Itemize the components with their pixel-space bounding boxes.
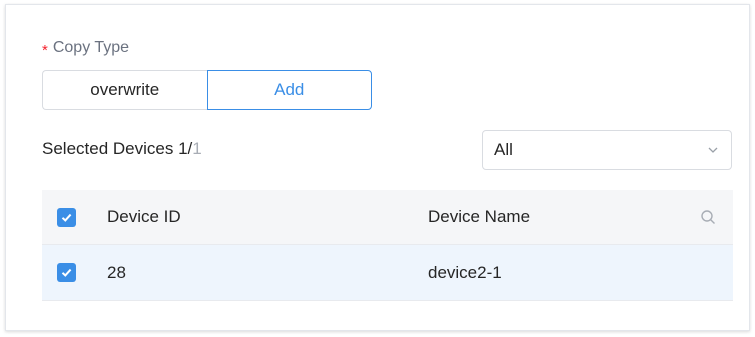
overwrite-option-button[interactable]: overwrite bbox=[42, 70, 207, 110]
select-all-checkbox[interactable] bbox=[57, 207, 76, 227]
column-header-device-id: Device ID bbox=[107, 207, 181, 226]
row-checkbox[interactable] bbox=[57, 263, 76, 282]
device-filter-select[interactable]: All bbox=[482, 130, 732, 170]
selected-devices-total: 1 bbox=[192, 139, 202, 158]
checkmark-icon bbox=[61, 268, 72, 277]
selected-devices-label: Selected Devices 1/ bbox=[42, 139, 193, 158]
copy-type-segmented-control: overwrite Add bbox=[42, 70, 372, 110]
required-asterisk: * bbox=[42, 41, 48, 59]
selected-devices-count: Selected Devices 1/1 bbox=[42, 139, 202, 159]
device-filter-value: All bbox=[494, 140, 513, 159]
device-id-cell: 28 bbox=[107, 262, 126, 282]
checkmark-icon bbox=[61, 213, 72, 222]
copy-type-label: * Copy Type bbox=[42, 39, 130, 59]
device-name-cell: device2-1 bbox=[428, 262, 502, 282]
table-row[interactable]: 28 device2-1 bbox=[42, 245, 733, 301]
device-table: Device ID Device Name 28 device2-1 bbox=[42, 190, 733, 301]
search-icon[interactable] bbox=[700, 209, 716, 225]
table-header-row: Device ID Device Name bbox=[42, 190, 733, 245]
copy-settings-panel: * Copy Type overwrite Add Selected Devic… bbox=[5, 4, 750, 331]
add-option-button[interactable]: Add bbox=[206, 70, 372, 110]
copy-type-label-text: Copy Type bbox=[52, 39, 130, 56]
chevron-down-icon bbox=[708, 147, 718, 153]
column-header-device-name: Device Name bbox=[428, 207, 531, 226]
